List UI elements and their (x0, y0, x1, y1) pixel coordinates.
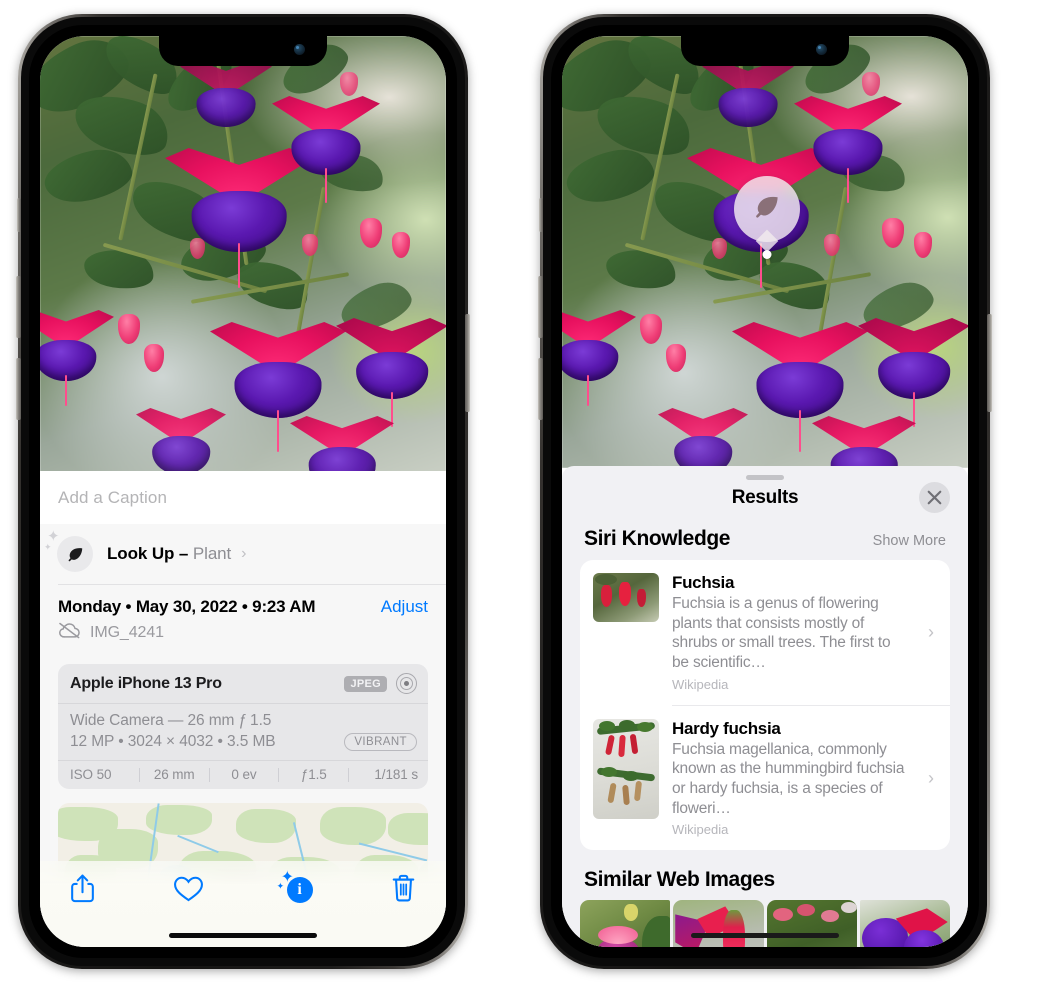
left-screen: Add a Caption ✦ ✦ Look Up – Plant › Mond… (40, 36, 446, 947)
plant-id-anchor-dot (762, 250, 772, 259)
info-icon[interactable]: ✦ ✦ i (277, 870, 313, 903)
leaf-icon (752, 192, 782, 227)
icloud-slash-icon (58, 622, 81, 644)
web-image-4[interactable] (859, 900, 950, 947)
filename-row: IMG_4241 (58, 622, 428, 644)
power-button[interactable] (465, 314, 470, 412)
volume-up-button[interactable] (16, 276, 21, 338)
look-up-text: Look Up – (107, 544, 193, 563)
photographic-style-badge: VIBRANT (344, 733, 417, 751)
exif-iso: ISO 50 (70, 767, 112, 782)
look-up-icon-wrap: ✦ ✦ (44, 529, 93, 572)
toolbar-row: ✦ ✦ i (40, 861, 446, 909)
section-title-siri-knowledge: Siri Knowledge (584, 527, 731, 550)
camera-row-badges: JPEG (344, 673, 417, 694)
photo-viewer[interactable] (562, 36, 968, 468)
section-title-similar-web-images: Similar Web Images (584, 868, 775, 892)
date-row: Monday • May 30, 2022 • 9:23 AM Adjust (58, 597, 428, 617)
results-sheet: Results Siri Knowledge Show More Fuchsia… (562, 466, 968, 947)
look-up-subject: Plant (192, 544, 232, 563)
volume-down-button[interactable] (538, 358, 543, 420)
trash-icon[interactable] (391, 874, 416, 903)
exif-exposure: 0 ev (231, 767, 257, 782)
silence-switch[interactable] (17, 198, 21, 232)
silence-switch[interactable] (539, 198, 543, 232)
chevron-right-icon: › (928, 621, 934, 642)
knowledge-title: Hardy fuchsia (672, 718, 781, 738)
knowledge-thumbnail (593, 718, 659, 819)
knowledge-title: Fuchsia (672, 573, 735, 592)
info-glyph: i (286, 877, 313, 903)
exif-row: ISO 50 26 mm 0 ev ƒ1.5 1/181 s (58, 761, 428, 789)
photo-filename: IMG_4241 (90, 624, 164, 641)
web-image-2[interactable] (673, 900, 764, 947)
exif-focal-length: 26 mm (153, 767, 195, 782)
heart-icon[interactable] (173, 875, 204, 902)
front-camera-icon (816, 44, 827, 55)
screenshot-root: Add a Caption ✦ ✦ Look Up – Plant › Mond… (0, 0, 1055, 985)
knowledge-description: Fuchsia magellanica, commonly known as t… (672, 740, 905, 817)
knowledge-thumbnail (593, 573, 659, 622)
photo-viewer[interactable] (40, 36, 446, 473)
date-block: Monday • May 30, 2022 • 9:23 AM Adjust I… (40, 585, 446, 654)
camera-device-name: Apple iPhone 13 Pro (70, 674, 222, 692)
camera-detail-rows: Wide Camera — 26 mm ƒ 1.5 12 MP • 3024 ×… (58, 704, 428, 760)
leaf-icon (57, 536, 93, 572)
photo-toolbar: ✦ ✦ i (40, 861, 446, 947)
left-phone: Add a Caption ✦ ✦ Look Up – Plant › Mond… (16, 14, 470, 969)
home-indicator[interactable] (169, 933, 317, 938)
list-item[interactable]: Hardy fuchsia Fuchsia magellanica, commo… (580, 706, 950, 851)
results-header: Results (562, 466, 968, 522)
close-icon[interactable] (919, 482, 950, 513)
web-image-3[interactable] (766, 900, 857, 947)
home-indicator[interactable] (691, 933, 839, 938)
power-button[interactable] (987, 314, 992, 412)
siri-knowledge-header: Siri Knowledge Show More (562, 522, 968, 560)
list-item[interactable]: Fuchsia Fuchsia is a genus of flowering … (580, 560, 950, 705)
notch (681, 36, 849, 66)
caption-input[interactable]: Add a Caption (40, 471, 446, 524)
similar-web-images-header: Similar Web Images (562, 850, 968, 900)
similar-web-images-strip[interactable] (562, 900, 968, 947)
knowledge-source: Wikipedia (672, 676, 729, 692)
right-phone: Results Siri Knowledge Show More Fuchsia… (538, 14, 992, 969)
exif-shutter-speed: 1/181 s (374, 767, 418, 782)
chevron-right-icon: › (928, 767, 934, 788)
knowledge-text: Fuchsia Fuchsia is a genus of flowering … (672, 573, 915, 692)
exif-aperture: ƒ1.5 (300, 767, 327, 782)
volume-up-button[interactable] (538, 276, 543, 338)
knowledge-description: Fuchsia is a genus of flowering plants t… (672, 595, 891, 672)
knowledge-card-list: Fuchsia Fuchsia is a genus of flowering … (580, 560, 950, 851)
page-title: Results (731, 487, 799, 508)
knowledge-text: Hardy fuchsia Fuchsia magellanica, commo… (672, 719, 915, 838)
image-size-info: 12 MP • 3024 × 4032 • 3.5 MB (70, 733, 276, 750)
sparkle-icon-small: ✦ (276, 881, 285, 891)
look-up-label: Look Up – Plant (107, 544, 231, 564)
chevron-right-icon: › (241, 545, 247, 562)
size-row: 12 MP • 3024 × 4032 • 3.5 MB VIBRANT (70, 733, 417, 751)
plant-id-badge[interactable] (734, 176, 800, 259)
show-more-button[interactable]: Show More (873, 533, 946, 549)
camera-device-row: Apple iPhone 13 Pro JPEG (58, 664, 428, 703)
adjust-date-button[interactable]: Adjust (381, 597, 428, 617)
camera-info-card[interactable]: Apple iPhone 13 Pro JPEG Wide Camera — 2… (58, 664, 428, 789)
right-screen: Results Siri Knowledge Show More Fuchsia… (562, 36, 968, 947)
aperture-icon (396, 673, 417, 694)
lens-info: Wide Camera — 26 mm ƒ 1.5 (70, 712, 272, 729)
volume-down-button[interactable] (16, 358, 21, 420)
photo-info-sheet: Add a Caption ✦ ✦ Look Up – Plant › Mond… (40, 471, 446, 947)
share-icon[interactable] (70, 873, 95, 904)
web-image-1[interactable] (580, 900, 671, 947)
photo-date: Monday • May 30, 2022 • 9:23 AM (58, 597, 316, 616)
sparkle-icon-small: ✦ (44, 542, 52, 552)
front-camera-icon (294, 44, 305, 55)
knowledge-source: Wikipedia (672, 822, 729, 838)
notch (159, 36, 327, 66)
format-badge: JPEG (344, 675, 387, 692)
look-up-row[interactable]: ✦ ✦ Look Up – Plant › (40, 524, 446, 584)
